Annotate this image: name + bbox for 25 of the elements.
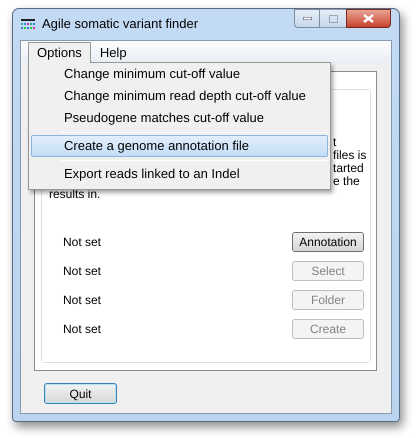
description-text: tarted (333, 162, 364, 175)
dropdown-item[interactable]: Pseudogene matches cut-off value (31, 107, 328, 129)
close-icon (363, 14, 374, 23)
minimize-button[interactable] (294, 9, 320, 28)
app-icon (21, 19, 35, 29)
description-text: e the (333, 175, 360, 188)
description-text: files is (333, 149, 366, 162)
description-text: t (333, 136, 336, 149)
maximize-icon (328, 14, 338, 22)
status-label: Not set (63, 263, 102, 280)
minimize-icon (302, 17, 312, 20)
menu-item[interactable]: Options (28, 42, 91, 63)
status-label: Not set (63, 292, 102, 309)
dropdown-item[interactable]: Export reads linked to an Indel (31, 163, 328, 185)
window-title: Agile somatic variant finder (42, 15, 198, 34)
status-label: Not set (63, 234, 102, 251)
description-text: results in. (49, 188, 100, 201)
status-label: Not set (63, 321, 102, 338)
menu-item[interactable]: Help (90, 42, 136, 63)
close-button[interactable] (346, 9, 391, 28)
dropdown-item[interactable]: Create a genome annotation file (31, 135, 328, 157)
action-button[interactable]: Annotation (292, 232, 364, 252)
dropdown-item[interactable]: Change minimum cut-off value (31, 63, 328, 85)
dropdown-item[interactable]: Change minimum read depth cut-off value (31, 85, 328, 107)
quit-button[interactable]: Quit (44, 383, 117, 404)
